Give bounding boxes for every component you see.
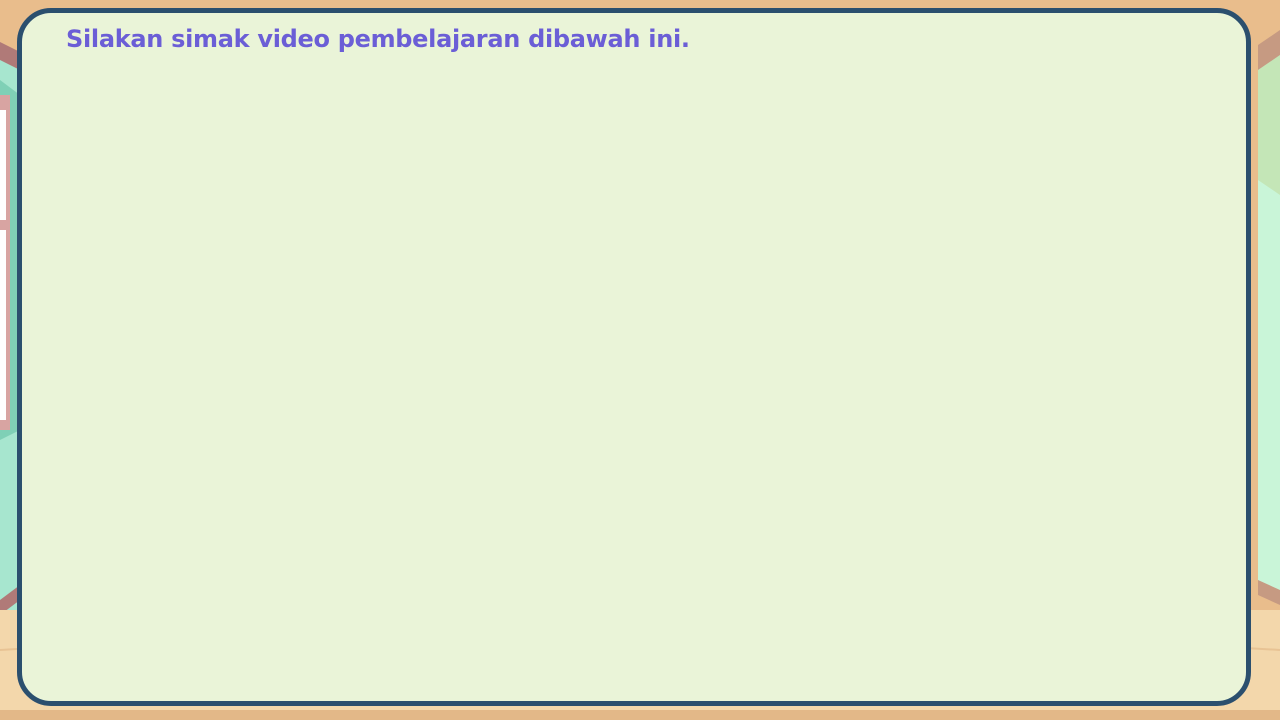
left-window-pane <box>0 110 6 220</box>
instruction-heading: Silakan simak video pembelajaran dibawah… <box>66 25 690 53</box>
content-board: Silakan simak video pembelajaran dibawah… <box>17 8 1251 706</box>
floor-edge <box>0 710 1280 720</box>
left-window-pane <box>0 230 6 420</box>
right-wall-upper <box>1258 55 1280 195</box>
video-area <box>62 65 1206 671</box>
